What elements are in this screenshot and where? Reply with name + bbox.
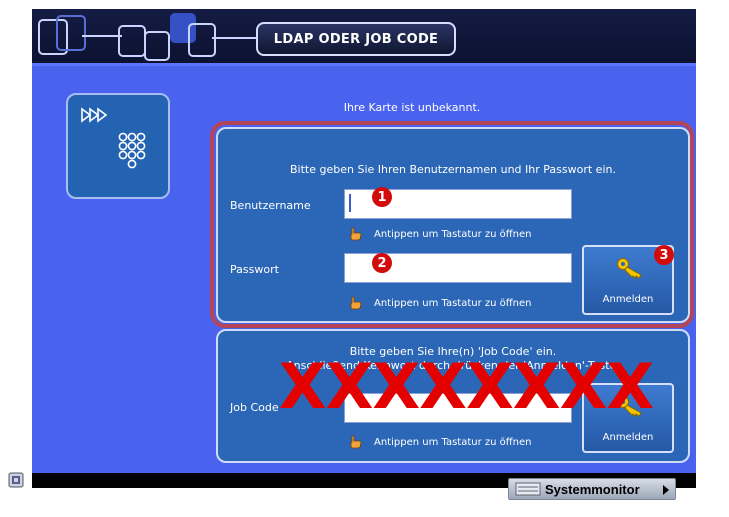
header-decoration bbox=[188, 23, 216, 57]
jobcode-keyboard-hint[interactable]: Antippen um Tastatur zu öffnen bbox=[348, 435, 532, 449]
header-decoration bbox=[118, 25, 146, 57]
status-icon[interactable] bbox=[8, 472, 24, 488]
keypad-icon bbox=[81, 107, 146, 169]
step-marker-3: 3 bbox=[654, 245, 674, 265]
jobcode-hint-text: Antippen um Tastatur zu öffnen bbox=[374, 436, 532, 448]
header-decoration bbox=[82, 35, 122, 37]
step-marker-1: 1 bbox=[372, 187, 392, 207]
monitor-icon bbox=[515, 482, 541, 496]
pointing-hand-icon bbox=[350, 435, 362, 449]
chevron-right-icon bbox=[663, 485, 669, 495]
ldap-panel-highlight bbox=[210, 121, 694, 328]
unknown-card-message: Ihre Karte ist unbekannt. bbox=[343, 101, 481, 114]
system-monitor-label: Systemmonitor bbox=[545, 481, 640, 497]
redaction-overlay: XXXXXXXX bbox=[278, 350, 654, 423]
header-bar: LDAP ODER JOB CODE bbox=[32, 9, 696, 66]
header-decoration bbox=[212, 37, 258, 39]
header-decoration bbox=[56, 15, 86, 51]
step-marker-2: 2 bbox=[372, 253, 392, 273]
jobcode-login-label: Anmelden bbox=[602, 432, 654, 443]
keypad-mode-tile[interactable] bbox=[66, 93, 170, 199]
system-monitor-button[interactable]: Systemmonitor bbox=[508, 478, 676, 500]
page-title: LDAP ODER JOB CODE bbox=[256, 22, 456, 56]
header-decoration bbox=[144, 31, 170, 61]
